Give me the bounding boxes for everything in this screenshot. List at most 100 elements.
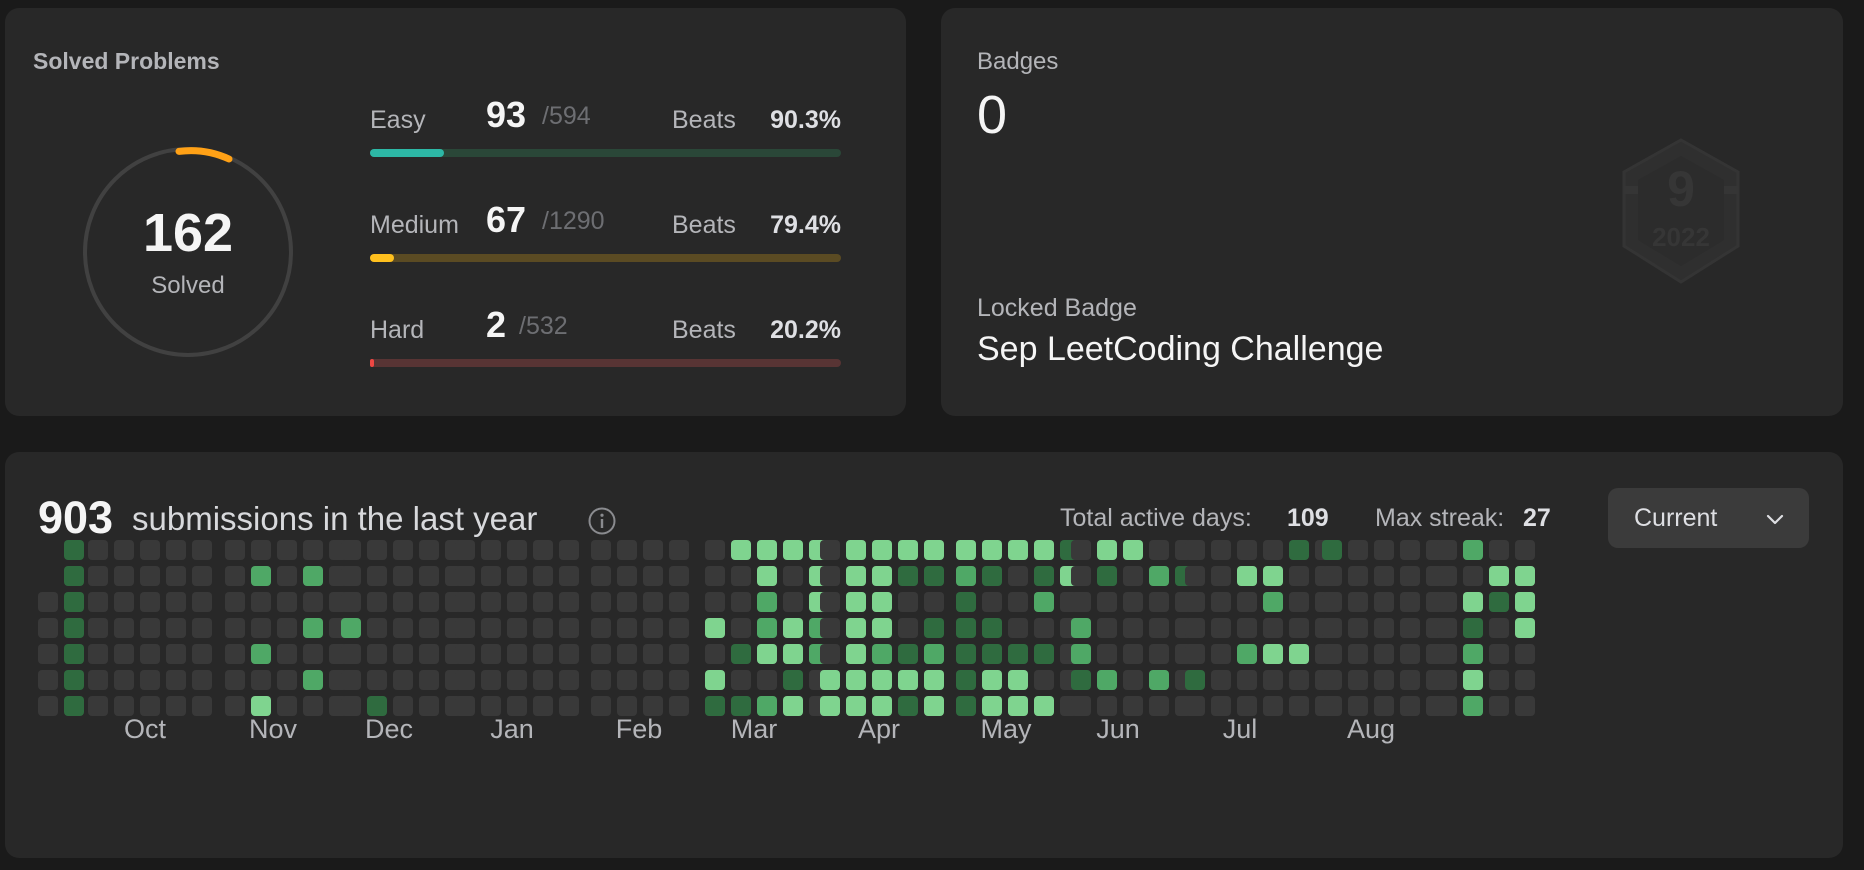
heatmap-day-cell[interactable] [1437,618,1457,638]
heatmap-day-cell[interactable] [1322,618,1342,638]
heatmap-day-cell[interactable] [341,644,361,664]
heatmap-day-cell[interactable] [757,566,777,586]
heatmap-day-cell[interactable] [393,696,413,716]
heatmap-day-cell[interactable] [533,644,553,664]
heatmap-day-cell[interactable] [898,540,918,560]
heatmap-day-cell[interactable] [669,644,689,664]
heatmap-day-cell[interactable] [455,644,475,664]
heatmap-day-cell[interactable] [88,670,108,690]
heatmap-day-cell[interactable] [1400,644,1420,664]
heatmap-day-cell[interactable] [643,540,663,560]
heatmap-day-cell[interactable] [1263,566,1283,586]
heatmap-day-cell[interactable] [114,566,134,586]
heatmap-day-cell[interactable] [367,644,387,664]
heatmap-day-cell[interactable] [1008,696,1028,716]
heatmap-day-cell[interactable] [1008,670,1028,690]
heatmap-day-cell[interactable] [88,566,108,586]
heatmap-day-cell[interactable] [1515,696,1535,716]
heatmap-day-cell[interactable] [64,618,84,638]
heatmap-day-cell[interactable] [1008,618,1028,638]
heatmap-day-cell[interactable] [1097,696,1117,716]
heatmap-day-cell[interactable] [559,592,579,612]
heatmap-day-cell[interactable] [705,618,725,638]
heatmap-day-cell[interactable] [982,566,1002,586]
heatmap-day-cell[interactable] [277,670,297,690]
heatmap-day-cell[interactable] [419,592,439,612]
heatmap-day-cell[interactable] [533,540,553,560]
heatmap-day-cell[interactable] [1463,540,1483,560]
heatmap-day-cell[interactable] [1034,540,1054,560]
heatmap-day-cell[interactable] [846,592,866,612]
heatmap-day-cell[interactable] [455,670,475,690]
heatmap-day-cell[interactable] [783,696,803,716]
heatmap-day-cell[interactable] [393,670,413,690]
heatmap-day-cell[interactable] [1097,592,1117,612]
heatmap-day-cell[interactable] [64,566,84,586]
heatmap-day-cell[interactable] [872,618,892,638]
heatmap-day-cell[interactable] [114,644,134,664]
heatmap-day-cell[interactable] [225,540,245,560]
heatmap-day-cell[interactable] [820,696,840,716]
heatmap-day-cell[interactable] [419,540,439,560]
heatmap-day-cell[interactable] [846,618,866,638]
heatmap-day-cell[interactable] [277,566,297,586]
heatmap-day-cell[interactable] [367,566,387,586]
heatmap-day-cell[interactable] [846,540,866,560]
heatmap-day-cell[interactable] [956,696,976,716]
heatmap-day-cell[interactable] [1489,566,1509,586]
heatmap-day-cell[interactable] [872,592,892,612]
heatmap-day-cell[interactable] [591,540,611,560]
heatmap-day-cell[interactable] [367,618,387,638]
heatmap-day-cell[interactable] [1374,696,1394,716]
heatmap-day-cell[interactable] [140,644,160,664]
heatmap-day-cell[interactable] [783,540,803,560]
heatmap-day-cell[interactable] [1149,670,1169,690]
heatmap-day-cell[interactable] [982,670,1002,690]
heatmap-day-cell[interactable] [643,696,663,716]
heatmap-day-cell[interactable] [225,670,245,690]
heatmap-day-cell[interactable] [1008,540,1028,560]
heatmap-day-cell[interactable] [731,566,751,586]
heatmap-day-cell[interactable] [455,540,475,560]
heatmap-day-cell[interactable] [533,696,553,716]
heatmap-day-cell[interactable] [1185,696,1205,716]
heatmap-day-cell[interactable] [820,540,840,560]
heatmap-day-cell[interactable] [705,644,725,664]
heatmap-day-cell[interactable] [38,592,58,612]
heatmap-day-cell[interactable] [1071,540,1091,560]
heatmap-day-cell[interactable] [1123,540,1143,560]
heatmap-day-cell[interactable] [367,670,387,690]
heatmap-day-cell[interactable] [705,592,725,612]
heatmap-day-cell[interactable] [643,592,663,612]
heatmap-day-cell[interactable] [507,696,527,716]
heatmap-day-cell[interactable] [1149,696,1169,716]
heatmap-day-cell[interactable] [1185,618,1205,638]
heatmap-day-cell[interactable] [956,566,976,586]
heatmap-day-cell[interactable] [393,618,413,638]
heatmap-day-cell[interactable] [367,592,387,612]
heatmap-day-cell[interactable] [669,670,689,690]
heatmap-day-cell[interactable] [192,592,212,612]
heatmap-day-cell[interactable] [225,644,245,664]
difficulty-row-medium[interactable]: Medium 67 /1290 Beats 79.4% [370,199,841,262]
heatmap-day-cell[interactable] [1348,696,1368,716]
heatmap-day-cell[interactable] [192,566,212,586]
heatmap-day-cell[interactable] [303,618,323,638]
heatmap-day-cell[interactable] [251,592,271,612]
heatmap-day-cell[interactable] [757,618,777,638]
heatmap-day-cell[interactable] [192,696,212,716]
heatmap-day-cell[interactable] [783,644,803,664]
heatmap-day-cell[interactable] [1034,696,1054,716]
heatmap-day-cell[interactable] [1034,670,1054,690]
heatmap-day-cell[interactable] [591,618,611,638]
heatmap-day-cell[interactable] [1515,670,1535,690]
heatmap-day-cell[interactable] [1263,644,1283,664]
heatmap-day-cell[interactable] [559,696,579,716]
heatmap-day-cell[interactable] [1263,618,1283,638]
heatmap-day-cell[interactable] [393,566,413,586]
heatmap-day-cell[interactable] [982,696,1002,716]
heatmap-day-cell[interactable] [38,670,58,690]
heatmap-day-cell[interactable] [1071,592,1091,612]
heatmap-day-cell[interactable] [924,566,944,586]
heatmap-day-cell[interactable] [1211,618,1231,638]
